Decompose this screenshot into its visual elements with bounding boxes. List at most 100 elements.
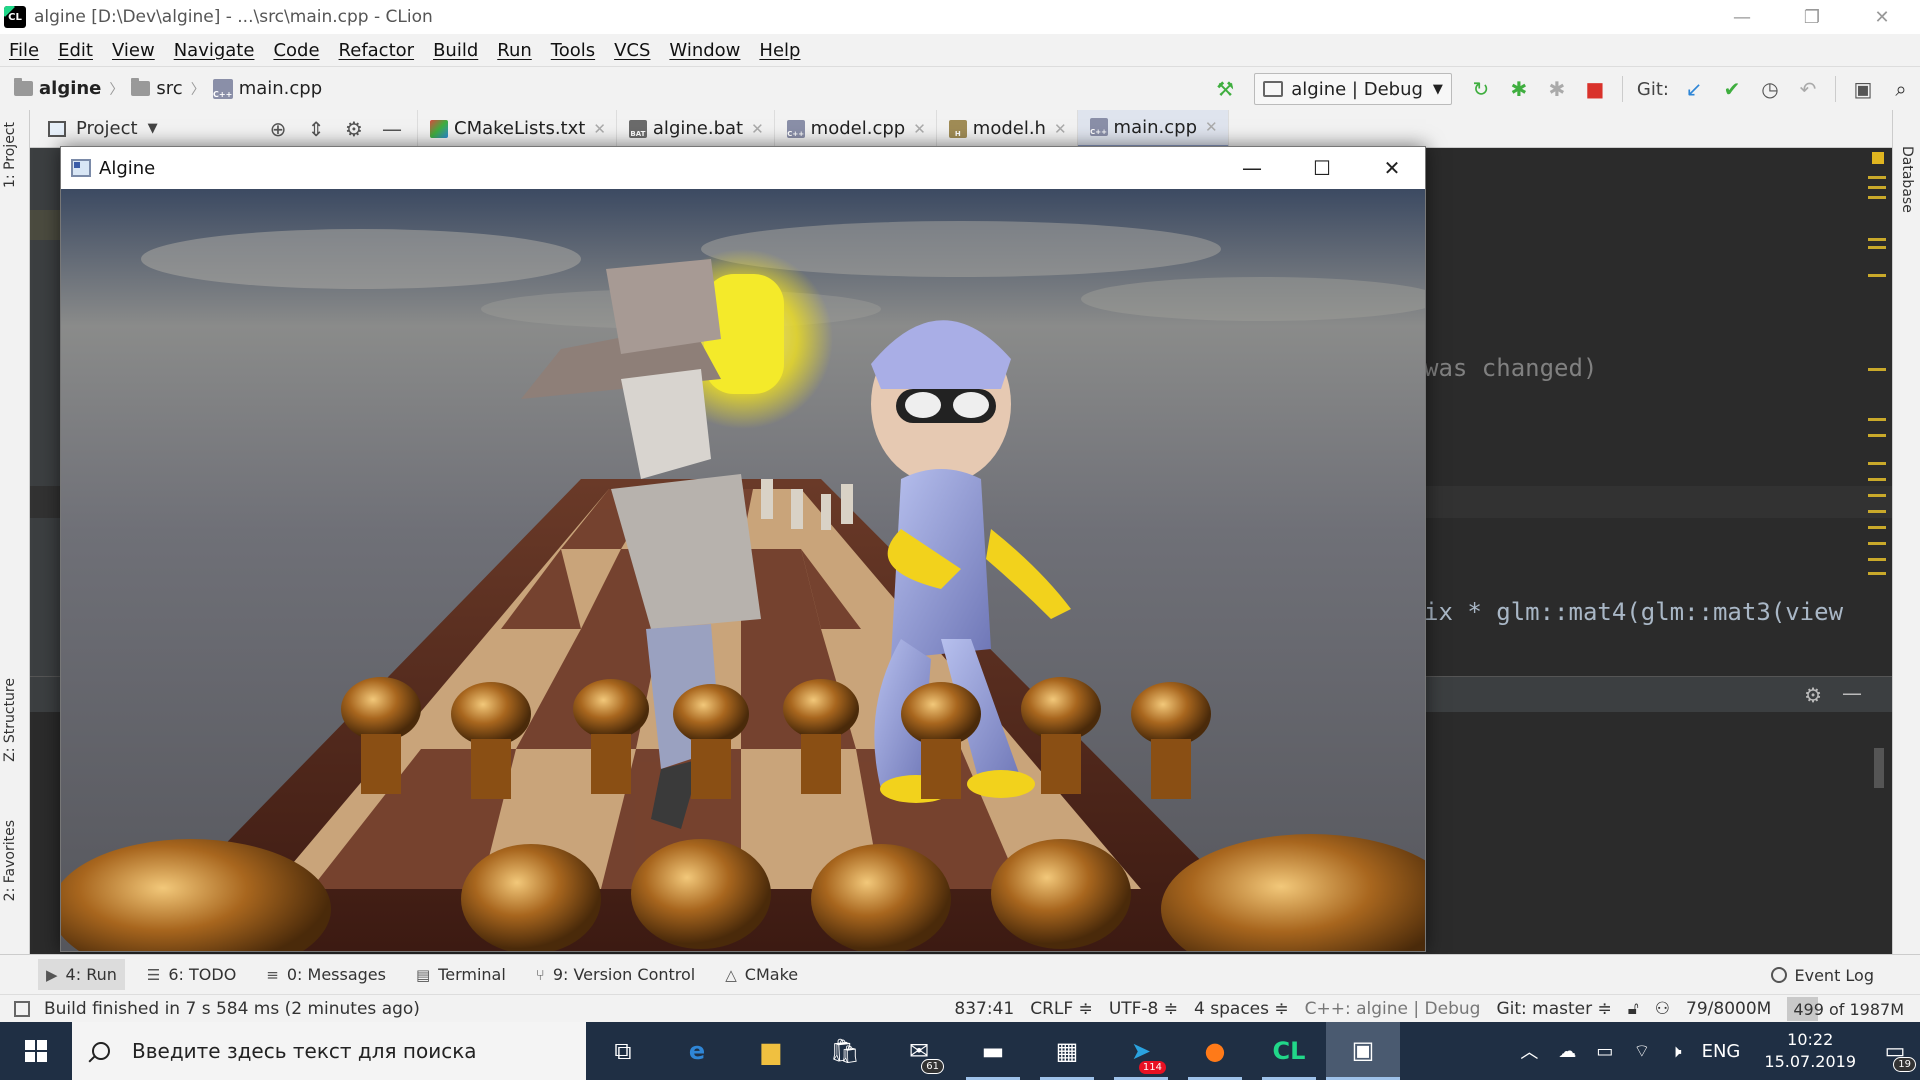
chevron-up-icon[interactable]: ︿ <box>1520 1038 1538 1064</box>
menu-window[interactable]: Window <box>669 40 740 61</box>
line-separator[interactable]: CRLF ≑ <box>1030 999 1093 1019</box>
rerun-icon[interactable]: ↻ <box>1466 74 1496 104</box>
marker[interactable] <box>1868 176 1886 179</box>
close-icon[interactable]: ✕ <box>593 120 606 138</box>
tab-model-h[interactable]: H model.h ✕ <box>937 109 1078 148</box>
close-icon[interactable]: ✕ <box>1054 120 1067 138</box>
marker[interactable] <box>1868 238 1886 241</box>
tab-model-cpp[interactable]: C++ model.cpp ✕ <box>775 109 937 148</box>
task-view-icon[interactable]: ⧉ <box>586 1022 660 1080</box>
close-icon[interactable]: ✕ <box>913 120 926 138</box>
menu-help[interactable]: Help <box>759 40 800 61</box>
notification-center-icon[interactable]: ▭ 19 <box>1870 1022 1920 1080</box>
marker[interactable] <box>1868 274 1886 277</box>
tab-todo[interactable]: ☰ 6: TODO <box>147 965 236 984</box>
input-language[interactable]: ENG <box>1702 1041 1741 1062</box>
database-tool-button[interactable]: Database <box>1899 146 1915 213</box>
breadcrumb-file[interactable]: main.cpp <box>239 78 322 99</box>
breadcrumb-project[interactable]: algine <box>39 78 101 99</box>
start-button[interactable] <box>0 1022 72 1080</box>
clion-taskbar-icon[interactable]: CL <box>1252 1022 1326 1080</box>
battery-icon[interactable]: ▭ <box>1596 1041 1613 1062</box>
marker[interactable] <box>1868 368 1886 371</box>
menu-refactor[interactable]: Refactor <box>339 40 415 61</box>
tab-cmake[interactable]: △ CMake <box>725 965 798 984</box>
close-icon[interactable]: ✕ <box>1852 0 1912 34</box>
menu-code[interactable]: Code <box>273 40 319 61</box>
algine-app-window[interactable]: Algine — ☐ ✕ <box>60 146 1426 952</box>
toggle-tool-windows-icon[interactable] <box>14 1000 30 1017</box>
wifi-icon[interactable]: ⌔ <box>1633 1040 1650 1063</box>
menu-view[interactable]: View <box>112 40 155 61</box>
cpp-context[interactable]: C++: algine | Debug <box>1305 999 1481 1019</box>
menu-run[interactable]: Run <box>497 40 532 61</box>
project-tool-button[interactable]: 1: Project <box>2 122 18 188</box>
status-message[interactable]: Build finished in 7 s 584 ms (2 minutes … <box>44 999 420 1019</box>
tab-main-cpp[interactable]: C++ main.cpp ✕ <box>1077 109 1229 148</box>
tab-terminal[interactable]: ▤ Terminal <box>416 965 506 984</box>
presentation-icon[interactable]: ▣ <box>1848 74 1878 104</box>
menu-build[interactable]: Build <box>433 40 478 61</box>
tab-cmakelists[interactable]: CMakeLists.txt ✕ <box>418 109 617 148</box>
run-config-select[interactable]: algine | Debug ▼ <box>1254 73 1452 105</box>
telegram-icon[interactable]: ➤ 114 <box>1104 1022 1178 1080</box>
git-branch[interactable]: Git: master ≑ <box>1496 999 1611 1019</box>
stop-icon[interactable]: ■ <box>1580 74 1610 104</box>
lock-icon[interactable]: 🔓︎ <box>1628 999 1639 1019</box>
taskbar-search[interactable]: Введите здесь текст для поиска <box>72 1022 586 1080</box>
marker[interactable] <box>1868 434 1886 437</box>
menu-edit[interactable]: Edit <box>58 40 93 61</box>
render-viewport[interactable] <box>61 189 1425 951</box>
debug-bug-icon[interactable]: ✱ <box>1504 74 1534 104</box>
git-rollback-icon[interactable]: ↶ <box>1793 74 1823 104</box>
inspector-icon[interactable]: ⚇ <box>1655 999 1670 1019</box>
file-encoding[interactable]: UTF-8 ≑ <box>1109 999 1178 1019</box>
event-log-button[interactable]: Event Log <box>1770 955 1874 995</box>
firefox-icon[interactable]: ● <box>1178 1022 1252 1080</box>
marker[interactable] <box>1868 186 1886 189</box>
git-update-icon[interactable]: ↙ <box>1679 74 1709 104</box>
scrollbar-thumb[interactable] <box>1874 748 1884 788</box>
collapse-all-icon[interactable]: ⇕ <box>297 117 335 141</box>
indent-setting[interactable]: 4 spaces ≑ <box>1194 999 1289 1019</box>
close-icon[interactable]: ✕ <box>751 120 764 138</box>
memory-indicator[interactable]: 499 of 1987M <box>1787 997 1910 1021</box>
store-icon[interactable]: 🛍︎ <box>808 1022 882 1080</box>
menu-tools[interactable]: Tools <box>551 40 595 61</box>
gear-icon[interactable]: ⚙ <box>335 117 373 141</box>
edge-browser-icon[interactable]: e <box>660 1022 734 1080</box>
search-icon[interactable]: ⌕ <box>1886 74 1916 104</box>
structure-tool-button[interactable]: Z: Structure <box>2 678 18 762</box>
app-window-titlebar[interactable]: Algine — ☐ ✕ <box>61 147 1425 189</box>
menu-vcs[interactable]: VCS <box>614 40 650 61</box>
marker[interactable] <box>1868 542 1886 545</box>
minimize-icon[interactable]: — <box>1217 147 1287 189</box>
git-history-icon[interactable]: ◷ <box>1755 74 1785 104</box>
file-explorer-icon[interactable]: ▆ <box>734 1022 808 1080</box>
marker[interactable] <box>1868 558 1886 561</box>
attach-profiler-icon[interactable]: ✱ <box>1542 74 1572 104</box>
volume-icon[interactable]: 🕨︎ <box>1670 1041 1681 1062</box>
inspection-status-icon[interactable] <box>1872 152 1884 164</box>
locate-file-icon[interactable]: ⊕ <box>259 117 297 141</box>
close-icon[interactable]: ✕ <box>1205 118 1218 136</box>
algine-taskbar-icon[interactable]: ▣ <box>1326 1022 1400 1080</box>
marker[interactable] <box>1868 462 1886 465</box>
build-hammer-icon[interactable]: ⚒ <box>1210 74 1240 104</box>
onedrive-cloud-icon[interactable]: ☁ <box>1558 1041 1576 1062</box>
minimize-icon[interactable]: — <box>1712 0 1772 34</box>
marker[interactable] <box>1868 246 1886 249</box>
marker[interactable] <box>1868 478 1886 481</box>
breadcrumb-folder[interactable]: src <box>156 78 182 99</box>
close-icon[interactable]: ✕ <box>1357 147 1427 189</box>
marker[interactable] <box>1868 196 1886 199</box>
favorites-tool-button[interactable]: 2: Favorites <box>2 820 18 901</box>
marker[interactable] <box>1868 510 1886 513</box>
clock[interactable]: 10:22 15.07.2019 <box>1764 1029 1856 1073</box>
tab-run[interactable]: ▶ 4: Run <box>38 959 125 990</box>
marker[interactable] <box>1868 418 1886 421</box>
marker[interactable] <box>1868 572 1886 575</box>
memory-usage-a[interactable]: 79/8000M <box>1686 999 1771 1019</box>
tab-algine-bat[interactable]: BAT algine.bat ✕ <box>617 109 775 148</box>
hide-panel-icon[interactable]: — <box>373 117 411 141</box>
